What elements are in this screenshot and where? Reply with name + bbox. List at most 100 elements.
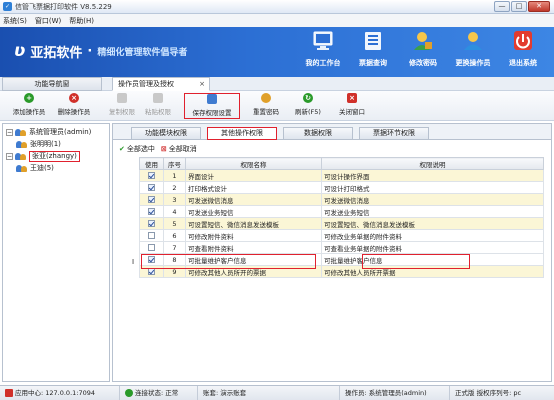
column-header-no[interactable]: 序号 (163, 157, 186, 170)
tree-node-wangdi[interactable]: 王迪(5) (3, 162, 109, 174)
column-header-use[interactable]: 使用 (139, 157, 164, 170)
tab-receipt-stage-permission[interactable]: 票据环节权限 (359, 127, 429, 140)
exit-system-button[interactable]: 退出系统 (498, 30, 548, 68)
permission-checkbox[interactable] (148, 184, 155, 191)
tree-node-zhangmingming[interactable]: 张明明(1) (3, 138, 109, 150)
user-group-icon (16, 164, 27, 172)
table-row[interactable]: 1 界面设计 可设计操作界面 (139, 169, 544, 182)
table-row[interactable]: 9 可修改其他人员所开的票据 可修改其他人员所开票据 (139, 265, 544, 278)
tab-module-permission[interactable]: 功能模块权限 (131, 127, 201, 140)
change-password-label: 修改密码 (409, 59, 437, 67)
refresh-icon: ↻ (303, 93, 313, 103)
minimize-button[interactable]: — (494, 1, 510, 12)
table-row[interactable]: 5 可设置短信、微信消息发送模板 可设置短信、微信消息发送模板 (139, 217, 544, 230)
brand-slogan: 精细化管理软件倡导者 (97, 47, 188, 58)
permission-panel: 功能模块权限 其他操作权限 数据权限 票据环节权限 ✔ 全部选中 ⊠ 全部取消 使用… (112, 123, 552, 382)
refresh-button[interactable]: ↻ 刷新(F5) (292, 93, 324, 119)
permission-name: 可修改其他人员所开的票据 (185, 265, 322, 278)
tab-data-permission[interactable]: 数据权限 (283, 127, 353, 140)
tree-node-zhangya[interactable]: − 张亚(zhangy) (3, 150, 109, 162)
permission-checkbox[interactable] (148, 244, 155, 251)
tab-other-permission[interactable]: 其他操作权限 (207, 127, 277, 140)
tree-node-label: 张亚(zhangy) (29, 150, 80, 162)
menu-help[interactable]: 帮助(H) (69, 16, 94, 26)
select-all-label: 全部选中 (126, 145, 155, 153)
permission-desc: 可设计打印格式 (321, 181, 544, 194)
workbench-button[interactable]: 我的工作台 (298, 30, 348, 68)
user-group-icon (16, 140, 27, 148)
window-title: 信管飞票据打印软件 V8.5.229 (15, 2, 112, 11)
column-header-name[interactable]: 权限名称 (185, 157, 322, 170)
permission-name: 可发送微信消息 (185, 193, 322, 206)
status-account-set: 账套: 演示账套 (198, 385, 340, 400)
deselect-all-label: 全部取消 (168, 145, 197, 153)
tree-node-label: 王迪(5) (30, 164, 54, 172)
close-window-label: 关闭窗口 (339, 108, 365, 116)
tab-function-nav[interactable]: 功能导航窗 (2, 77, 102, 91)
change-password-button[interactable]: 修改密码 (398, 30, 448, 68)
permission-checkbox[interactable] (148, 256, 155, 263)
table-row[interactable]: 6 可修改附件资料 可修改业务单据的附件资料 (139, 229, 544, 242)
table-row[interactable]: 8 可批量维护客户信息 可批量维护客户信息 (139, 253, 544, 266)
column-header-desc[interactable]: 权限说明 (321, 157, 544, 170)
table-row[interactable]: 4 可发送业务短信 可发送业务短信 (139, 205, 544, 218)
text-cursor-icon: I (132, 258, 135, 266)
paste-permission-label: 粘贴权限 (145, 108, 171, 116)
tree-node-admin[interactable]: − 系统管理员(admin) (3, 126, 109, 138)
connection-ok-icon (125, 389, 133, 397)
collapse-icon[interactable]: − (6, 128, 13, 136)
permission-checkbox[interactable] (148, 208, 155, 215)
receipt-query-button[interactable]: 票据查询 (348, 30, 398, 68)
title-bar: ✓ 信管飞票据打印软件 V8.5.229 — □ ✕ (0, 0, 554, 14)
permission-checkbox[interactable] (148, 220, 155, 227)
paste-icon (153, 93, 163, 103)
close-button[interactable]: ✕ (528, 1, 550, 12)
reset-password-label: 重置密码 (253, 108, 279, 116)
select-all-button[interactable]: ✔ 全部选中 (119, 144, 155, 154)
row-number: 5 (163, 217, 186, 230)
permission-checkbox[interactable] (148, 232, 155, 239)
document-tabs: 功能导航窗 操作员管理及授权 × (0, 77, 554, 91)
permission-name: 界面设计 (185, 169, 322, 182)
switch-operator-button[interactable]: 更换操作员 (448, 30, 498, 68)
tab-close-icon[interactable]: × (199, 78, 205, 90)
close-window-icon: × (347, 93, 357, 103)
brand-logo-icon: ʋ (14, 41, 26, 61)
tab-operator-management-label: 操作员管理及授权 (118, 80, 174, 88)
collapse-icon[interactable]: − (6, 152, 13, 160)
permission-checkbox[interactable] (148, 172, 155, 179)
copy-permission-button[interactable]: 复制权限 (106, 93, 138, 119)
permission-name: 可批量维护客户信息 (185, 253, 322, 266)
reset-password-button[interactable]: 重置密码 (248, 93, 284, 119)
add-operator-button[interactable]: + 添加操作员 (8, 93, 50, 119)
menu-window[interactable]: 窗口(W) (35, 16, 61, 26)
permission-desc: 可设置短信、微信消息发送模板 (321, 217, 544, 230)
row-number: 7 (163, 241, 186, 254)
table-row[interactable]: 2 打印格式设计 可设计打印格式 (139, 181, 544, 194)
permission-name: 可修改附件资料 (185, 229, 322, 242)
permission-desc: 可发送微信消息 (321, 193, 544, 206)
maximize-button[interactable]: □ (511, 1, 527, 12)
close-window-button[interactable]: × 关闭窗口 (334, 93, 370, 119)
permission-name: 打印格式设计 (185, 181, 322, 194)
menu-system[interactable]: 系统(S) (3, 16, 27, 26)
delete-operator-button[interactable]: × 删除操作员 (52, 93, 96, 119)
workbench-label: 我的工作台 (305, 59, 341, 67)
table-row[interactable]: 7 可查看附件资料 可查看业务单据的附件资料 (139, 241, 544, 254)
banner: ʋ 亚拓软件 · 精细化管理软件倡导者 我的工作台 票据查询 修改密码 更换操作… (0, 27, 554, 77)
permission-checkbox[interactable] (148, 268, 155, 275)
row-number: 3 (163, 193, 186, 206)
brand-name: 亚拓软件 (30, 45, 83, 61)
save-permission-button[interactable]: 保存权限设置 (184, 93, 240, 119)
paste-permission-button[interactable]: 粘贴权限 (142, 93, 174, 119)
status-license-label: 正式版 授权序列号: pc (455, 388, 522, 397)
permission-checkbox[interactable] (148, 196, 155, 203)
exit-system-label: 退出系统 (509, 59, 537, 67)
add-icon: + (24, 93, 34, 103)
deselect-all-button[interactable]: ⊠ 全部取消 (161, 144, 197, 154)
status-operator-label: 操作员: 系统管理员(admin) (345, 388, 427, 397)
brand-separator: · (87, 43, 93, 59)
banner-actions: 我的工作台 票据查询 修改密码 更换操作员 退出系统 (298, 30, 548, 68)
table-row[interactable]: 3 可发送微信消息 可发送微信消息 (139, 193, 544, 206)
tab-operator-management[interactable]: 操作员管理及授权 × (112, 77, 210, 91)
